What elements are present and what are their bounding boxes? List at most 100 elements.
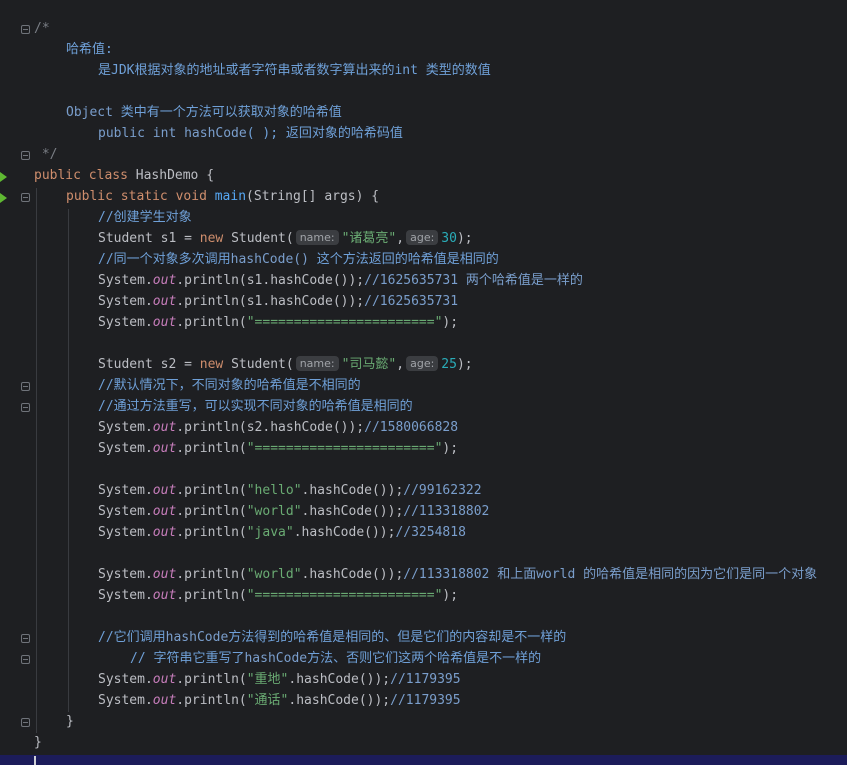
- punct: );: [456, 231, 473, 246]
- param-hint: name:: [295, 356, 339, 371]
- string-literal: "world": [246, 567, 302, 582]
- static-field: out: [152, 273, 177, 288]
- code-line: System.out.println("====================…: [34, 312, 847, 333]
- static-field: out: [152, 420, 177, 435]
- code-line: System.out.println(s1.hashCode());//1625…: [34, 270, 847, 291]
- doc-line: public int hashCode: [98, 126, 247, 141]
- call: .hashCode());: [288, 672, 391, 687]
- call: .println(: [176, 420, 247, 435]
- class-ref: System.: [98, 504, 153, 519]
- operator: =: [176, 231, 200, 246]
- call: .println(: [176, 294, 247, 309]
- static-field: out: [152, 567, 177, 582]
- punct: );: [442, 315, 459, 330]
- code-line: System.out.println("通话".hashCode());//11…: [34, 690, 847, 711]
- fold-icon[interactable]: [21, 718, 30, 727]
- string-literal: "司马懿": [341, 357, 397, 372]
- code-line: System.out.println("====================…: [34, 438, 847, 459]
- call: .println(: [176, 672, 247, 687]
- code-line: //通过方法重写，可以实现不同对象的哈希值是相同的: [34, 396, 847, 417]
- fold-icon[interactable]: [21, 634, 30, 643]
- class-ref: System.: [98, 672, 153, 687]
- fold-icon[interactable]: [21, 403, 30, 412]
- code-line: // 字符串它重写了hashCode方法、否则它们这两个哈希值是不一样的: [34, 648, 847, 669]
- constructor: Student(: [223, 357, 294, 372]
- line-comment: //默认情况下，不同对象的哈希值是不相同的: [98, 378, 361, 393]
- static-field: out: [152, 588, 177, 603]
- fold-icon[interactable]: [21, 193, 30, 202]
- keyword: void: [175, 189, 207, 204]
- code-line: System.out.println("====================…: [34, 585, 847, 606]
- code-area[interactable]: /* 哈希值: 是JDK根据对象的地址或者字符串或者数字算出来的int 类型的数…: [34, 18, 847, 753]
- code-line: /*: [34, 18, 847, 39]
- code-editor[interactable]: /* 哈希值: 是JDK根据对象的地址或者字符串或者数字算出来的int 类型的数…: [0, 0, 847, 765]
- code-line: Object 类中有一个方法可以获取对象的哈希值: [34, 102, 847, 123]
- comment-close: */: [34, 147, 58, 162]
- class-ref: System.: [98, 315, 153, 330]
- keyword: public: [34, 168, 81, 183]
- static-field: out: [152, 315, 177, 330]
- code-line: }: [34, 732, 847, 753]
- line-comment: //3254818: [395, 525, 466, 540]
- string-literal: "重地": [246, 672, 289, 687]
- string-literal: "通话": [246, 693, 289, 708]
- line-comment: //它们调用: [98, 630, 166, 645]
- call: .hashCode());: [288, 693, 391, 708]
- code-line: public static void main(String[] args) {: [34, 186, 847, 207]
- call: .println(: [176, 567, 247, 582]
- call: .hashCode());: [301, 483, 404, 498]
- string-literal: "world": [246, 504, 302, 519]
- code-line: System.out.println("world".hashCode());/…: [34, 501, 847, 522]
- code-line: System.out.println("java".hashCode());//…: [34, 522, 847, 543]
- code-line: System.out.println(s2.hashCode());//1580…: [34, 417, 847, 438]
- string-literal: "=======================": [246, 441, 443, 456]
- string-literal: "=======================": [246, 315, 443, 330]
- line-comment: //通过方法重写，可以实现不同对象的哈希值是相同的: [98, 399, 413, 414]
- method-args: (String[] args) {: [246, 189, 380, 204]
- line-comment: //1179395: [390, 672, 461, 687]
- code-line: //默认情况下，不同对象的哈希值是不相同的: [34, 375, 847, 396]
- code-line: public class HashDemo {: [34, 165, 847, 186]
- comment-open: /*: [34, 21, 50, 36]
- punct: ,: [396, 231, 405, 246]
- string-literal: "诸葛亮": [341, 231, 397, 246]
- line-comment: //113318802 和上面world 的哈希值是相同的因为它们是同一个对象: [403, 567, 818, 582]
- code-line: */: [34, 144, 847, 165]
- static-field: out: [152, 483, 177, 498]
- string-literal: "=======================": [246, 588, 443, 603]
- type: Student: [98, 357, 161, 372]
- static-field: out: [152, 294, 177, 309]
- static-field: out: [152, 525, 177, 540]
- fold-icon[interactable]: [21, 25, 30, 34]
- code-line: 哈希值:: [34, 39, 847, 60]
- fold-icon[interactable]: [21, 655, 30, 664]
- call: .hashCode());: [301, 567, 404, 582]
- number-literal: 25: [441, 357, 457, 372]
- class-ref: System.: [98, 567, 153, 582]
- doc-line: 哈希值:: [66, 42, 113, 57]
- code-line: public int hashCode( ); 返回对象的哈希码值: [34, 123, 847, 144]
- fold-icon[interactable]: [21, 151, 30, 160]
- run-arrow-icon[interactable]: [0, 193, 7, 203]
- operator: =: [176, 357, 200, 372]
- call: .println(: [176, 273, 247, 288]
- code-line: Student s1 = new Student(name: "诸葛亮", age:…: [34, 228, 847, 249]
- punct: );: [442, 441, 459, 456]
- line-comment: //113318802: [403, 504, 490, 519]
- run-arrow-icon[interactable]: [0, 172, 7, 182]
- class-name: HashDemo {: [127, 168, 215, 183]
- method-name: main: [214, 189, 247, 204]
- class-ref: System.: [98, 525, 153, 540]
- variable: s2: [160, 357, 177, 372]
- code-line: //它们调用hashCode方法得到的哈希值是相同的、但是它们的内容却是不一样的: [34, 627, 847, 648]
- line-comment: hashCode: [244, 651, 308, 666]
- fold-icon[interactable]: [21, 382, 30, 391]
- keyword: public: [66, 189, 113, 204]
- string-literal: "java": [246, 525, 294, 540]
- constructor: Student(: [223, 231, 294, 246]
- type: Student: [98, 231, 161, 246]
- doc-line: 是JDK根据对象的地址或者字符串或者数字算出来的int 类型的数值: [98, 63, 491, 78]
- status-bar: [0, 755, 847, 765]
- variable: s1: [160, 231, 177, 246]
